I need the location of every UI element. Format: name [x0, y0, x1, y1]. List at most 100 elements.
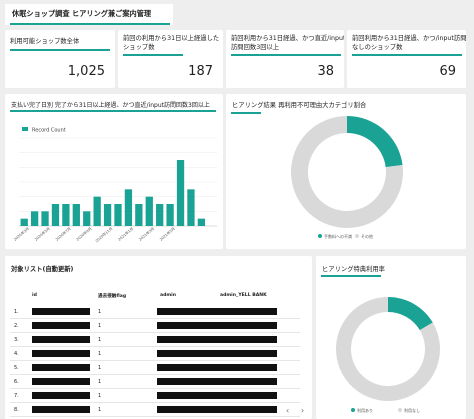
- bar-record-count[interactable]: [176, 160, 185, 226]
- donut-reasons-pct-label: 23%: [347, 162, 358, 168]
- donut-reasons-card: ヒアリング結果 再利用不可理由大カテゴリ割合 23% 手数料への不満 その他: [226, 94, 466, 249]
- kpi-value: 187: [188, 64, 213, 79]
- bar-record-count[interactable]: [103, 204, 112, 226]
- donut-reasons-chart: 23% 手数料への不満 その他: [291, 116, 403, 239]
- row-index: 6.: [14, 379, 19, 385]
- legend-label-complaint: 手数料への不満: [324, 233, 352, 239]
- bar-record-count[interactable]: [72, 204, 80, 226]
- donut-reasons-title: ヒアリング結果 再利用不可理由大カテゴリ割合: [232, 102, 367, 109]
- bar-record-count[interactable]: [30, 211, 39, 226]
- table-row[interactable]: 1. 1: [10, 305, 300, 319]
- legend-label-unused: 利用なし: [404, 407, 420, 413]
- kpi-value: 38: [317, 64, 334, 79]
- donut-slice-primary[interactable]: [388, 297, 433, 331]
- row-flag: 1: [98, 379, 102, 385]
- redacted-id: [32, 406, 90, 413]
- donut-slice-primary[interactable]: [347, 116, 403, 168]
- col-header-flag[interactable]: 過去接触flag: [98, 293, 126, 299]
- kpi-label-line1: 前回利用から31日経過、かつ/input訪問: [352, 35, 466, 42]
- redacted-admin: [157, 378, 277, 385]
- redacted-id: [32, 308, 90, 315]
- donut-benefit-card: ヒアリング特典利用率 16.5% 利用あり 利用なし: [316, 256, 466, 419]
- kpi-card-3visits: 前回利用から31日経過、かつ直近/input 訪問回数3回以上 38: [226, 30, 344, 88]
- kpi-value: 69: [439, 64, 456, 79]
- x-tick-label: 2020年9月: [75, 226, 92, 242]
- kpi-label-line2: ショップ数: [123, 44, 155, 51]
- row-flag: 1: [98, 407, 102, 413]
- bar-record-count[interactable]: [166, 204, 174, 226]
- redacted-admin: [157, 308, 277, 315]
- redacted-admin: [157, 392, 277, 399]
- redacted-id: [32, 322, 90, 329]
- legend-dot-unused: [398, 408, 402, 412]
- legend-dot-complaint: [318, 234, 322, 238]
- kpi-label-line1: 前回の利用から31日以上経過した: [123, 35, 220, 42]
- row-index: 3.: [14, 337, 19, 343]
- donut-benefit-chart: 16.5% 利用あり 利用なし: [336, 297, 440, 413]
- redacted-id: [32, 336, 90, 343]
- col-header-admin-yellbank[interactable]: admin_YELL BANK: [220, 293, 267, 298]
- col-header-id[interactable]: id: [32, 293, 37, 298]
- x-tick-label: 2020年7月: [54, 226, 71, 242]
- legend-label-used: 利用あり: [357, 407, 373, 413]
- bar-chart-underline: [10, 110, 216, 112]
- bar-record-count[interactable]: [197, 218, 206, 226]
- bar-record-count[interactable]: [62, 204, 70, 226]
- redacted-admin: [157, 364, 277, 371]
- bar-record-count[interactable]: [156, 204, 164, 226]
- col-header-admin[interactable]: admin: [160, 293, 176, 298]
- bar-record-count[interactable]: [93, 196, 101, 226]
- bar-record-count[interactable]: [20, 218, 28, 226]
- kpi-label: 利用可能ショップ数全体: [10, 38, 80, 45]
- title-underline: [10, 23, 170, 25]
- x-tick-label: 2020年11月: [94, 226, 113, 243]
- table-row[interactable]: 6. 1: [10, 375, 300, 389]
- row-flag: 1: [98, 351, 102, 357]
- redacted-id: [32, 392, 90, 399]
- table-row[interactable]: 3. 1: [10, 333, 300, 347]
- legend-dot-used: [351, 408, 355, 412]
- row-index: 1.: [14, 309, 19, 315]
- table-row[interactable]: 2. 1: [10, 319, 300, 333]
- redacted-admin: [157, 350, 277, 357]
- pager-prev-button[interactable]: ‹: [286, 406, 289, 415]
- table-row[interactable]: 4. 1: [10, 347, 300, 361]
- redacted-id: [32, 350, 90, 357]
- kpi-label-line2: なしのショップ数: [352, 44, 403, 51]
- legend-label: Record Count: [32, 128, 66, 134]
- kpi-label-line1: 前回利用から31日経過、かつ直近/input: [231, 35, 344, 42]
- row-flag: 1: [98, 323, 102, 329]
- redacted-admin: [157, 406, 277, 413]
- donut-benefit-title: ヒアリング特典利用率: [322, 266, 385, 273]
- bar-record-count[interactable]: [135, 204, 143, 226]
- bar-chart: Record Count 2020年3月 2020年5月 2020年7月 2020年9…: [13, 127, 217, 243]
- bar-record-count[interactable]: [51, 204, 60, 226]
- legend-dot-other: [355, 234, 359, 238]
- row-index: 2.: [14, 323, 19, 329]
- kpi-underline: [231, 54, 341, 56]
- page-title: 休眠ショップ調査 ヒアリング兼ご案内管理: [12, 9, 152, 18]
- pager-next-button[interactable]: ›: [301, 406, 304, 415]
- bar-record-count[interactable]: [41, 211, 49, 226]
- kpi-card-31days: 前回の利用から31日以上経過した ショップ数 187: [118, 30, 223, 88]
- bar-record-count[interactable]: [124, 189, 133, 226]
- row-index: 4.: [14, 351, 19, 357]
- bar-chart-card: 支払い完了日別 完了から31日以上経過、かつ直近/input訪問回数3回以上 R…: [5, 94, 223, 249]
- row-index: 8.: [14, 407, 19, 413]
- kpi-value: 1,025: [67, 64, 105, 79]
- target-list-title: 対象リスト(自動更新): [11, 266, 74, 273]
- x-tick-label: 2021年5月: [158, 226, 175, 242]
- bar-record-count[interactable]: [145, 196, 153, 226]
- table-row[interactable]: 8. 1: [10, 403, 300, 417]
- redacted-id: [32, 364, 90, 371]
- kpi-label-line2: 訪問回数3回以上: [231, 44, 280, 51]
- table-row[interactable]: 5. 1: [10, 361, 300, 375]
- x-tick-label: 2020年3月: [13, 226, 30, 242]
- target-list-card: 対象リスト(自動更新) id 過去接触flag admin admin_YELL…: [5, 256, 312, 419]
- table-row[interactable]: 7. 1: [10, 389, 300, 403]
- bar-record-count[interactable]: [187, 189, 195, 226]
- donut-benefit-pct-label: 16.5%: [399, 332, 415, 338]
- bar-record-count[interactable]: [83, 211, 91, 226]
- bar-record-count[interactable]: [114, 204, 122, 226]
- row-flag: 1: [98, 309, 102, 315]
